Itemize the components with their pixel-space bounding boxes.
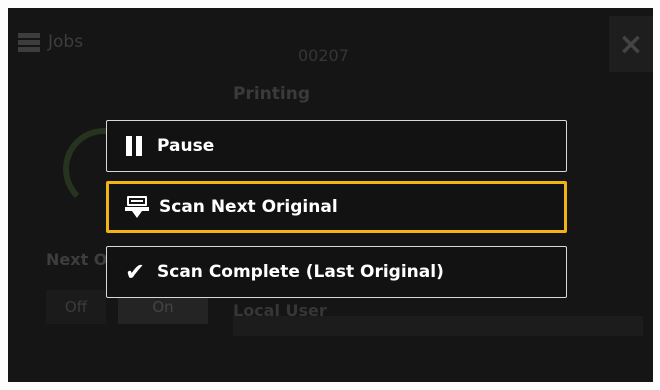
close-icon: ×	[618, 26, 644, 62]
pause-button[interactable]: Pause	[106, 120, 567, 172]
local-user-label: Local User	[233, 301, 327, 320]
scan-icon	[125, 195, 149, 219]
pause-icon	[123, 134, 147, 158]
pause-label: Pause	[157, 136, 215, 156]
scan-next-original-label: Scan Next Original	[159, 197, 338, 217]
scan-next-original-button[interactable]: Scan Next Original	[106, 181, 567, 233]
close-button[interactable]: ×	[609, 16, 653, 72]
scan-complete-label: Scan Complete (Last Original)	[157, 262, 444, 282]
off-button[interactable]: Off	[46, 290, 106, 324]
off-label: Off	[64, 298, 88, 316]
scan-complete-button[interactable]: ✔ Scan Complete (Last Original)	[106, 246, 567, 298]
job-status: Printing	[233, 84, 310, 104]
on-label: On	[152, 298, 174, 316]
jobs-button[interactable]: Jobs	[18, 22, 118, 62]
checkmark-icon: ✔	[124, 258, 146, 286]
device-screen: Jobs × 00207 Printing Next Original Off …	[8, 8, 653, 382]
job-id: 00207	[298, 46, 349, 65]
jobs-icon	[18, 31, 40, 53]
jobs-label: Jobs	[48, 32, 84, 52]
